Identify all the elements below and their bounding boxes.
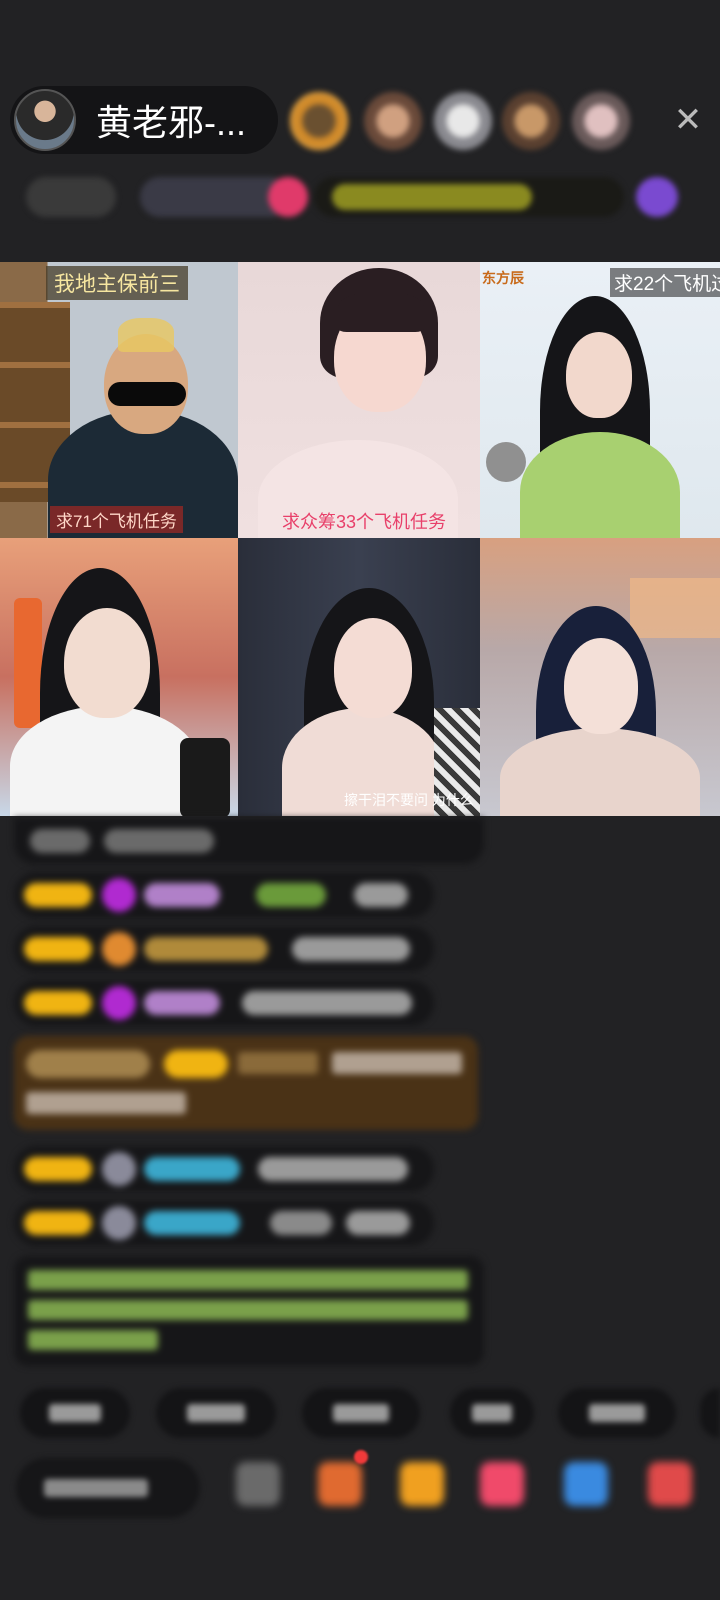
tile-1-top-caption: 我地主保前三 (46, 266, 188, 300)
close-icon[interactable]: ✕ (668, 100, 708, 140)
video-tile-4[interactable] (0, 538, 238, 816)
notification-dot-icon (354, 1450, 368, 1464)
tile-1-bottom-caption: 求71个飞机任务 (50, 506, 183, 533)
quick-reply-chip[interactable] (558, 1388, 676, 1438)
chat-message (14, 818, 484, 864)
quick-reply-chip[interactable] (450, 1388, 534, 1438)
host-name: 黄老邪-... (96, 102, 246, 143)
live-room-screen: 黄老邪-... ✕ 我地主保前三 求71个飞机任务 求众筹33个飞机任务 东方辰… (0, 0, 720, 1600)
tile-5-bottom-caption: 擦干泪不要问 为什么 (344, 792, 474, 808)
chat-message (14, 872, 434, 918)
gift-box-icon[interactable] (400, 1462, 444, 1506)
quick-reply-chip[interactable] (20, 1388, 130, 1438)
heart-icon[interactable] (480, 1462, 524, 1506)
chat-system-message (14, 1256, 484, 1366)
viewer-avatar[interactable] (572, 92, 630, 150)
emoji-icon[interactable] (236, 1462, 280, 1506)
tile-3-top-caption: 求22个飞机过 (610, 268, 720, 297)
chat-input[interactable] (16, 1458, 200, 1518)
chat-highlight-message (14, 1036, 478, 1130)
host-info-pill[interactable]: 黄老邪-... (10, 86, 278, 154)
viewer-avatar[interactable] (290, 92, 348, 150)
multi-guest-video-grid: 我地主保前三 求71个飞机任务 求众筹33个飞机任务 东方辰 求22个飞机过 擦… (0, 262, 720, 816)
host-avatar[interactable] (14, 89, 76, 151)
tile-2-bottom-caption: 求众筹33个飞机任务 (282, 512, 447, 532)
quick-reply-chip[interactable] (156, 1388, 276, 1438)
quick-reply-chip[interactable] (302, 1388, 420, 1438)
video-tile-3[interactable]: 东方辰 求22个飞机过 (480, 262, 720, 538)
shop-icon[interactable] (318, 1462, 362, 1506)
chat-message (14, 1200, 434, 1246)
tile-3-corner-text: 东方辰 (482, 270, 524, 286)
video-tile-2[interactable]: 求众筹33个飞机任务 (238, 262, 480, 538)
video-tile-1[interactable]: 我地主保前三 求71个飞机任务 (0, 262, 238, 538)
chat-message (14, 1146, 434, 1192)
viewer-avatar[interactable] (364, 92, 422, 150)
chat-message (14, 926, 434, 972)
quick-reply-chip[interactable] (700, 1388, 720, 1438)
room-info-bar[interactable] (14, 172, 702, 222)
viewer-avatar[interactable] (502, 92, 560, 150)
chat-message (14, 980, 434, 1026)
game-icon[interactable] (564, 1462, 608, 1506)
viewer-avatar[interactable] (434, 92, 492, 150)
video-tile-5[interactable]: 擦干泪不要问 为什么 (238, 538, 480, 816)
gift-icon[interactable] (648, 1462, 692, 1506)
video-tile-6[interactable] (480, 538, 720, 816)
